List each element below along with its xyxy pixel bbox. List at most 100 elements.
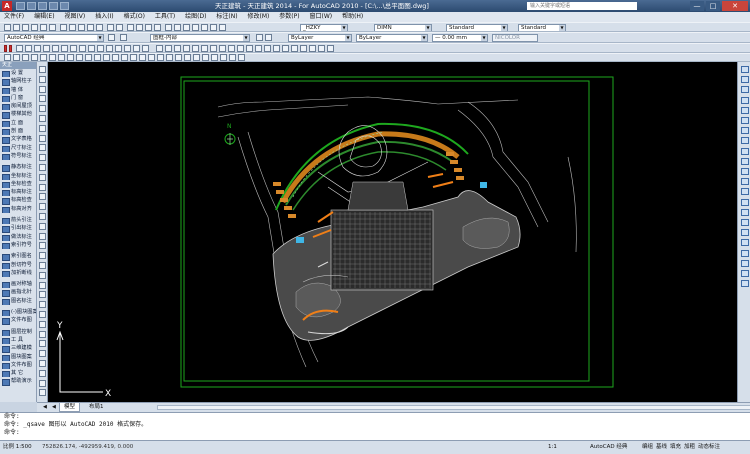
redo-tool-icon[interactable]: [116, 24, 123, 31]
menu-tools[interactable]: 工具(T): [151, 12, 179, 22]
tarch-tool-13-icon[interactable]: [112, 54, 119, 61]
text-style-select[interactable]: _HZKY ▼: [300, 24, 348, 31]
tarch-tool-10-icon[interactable]: [85, 54, 92, 61]
workspace-settings-icon[interactable]: [108, 34, 115, 41]
tarch-menu-item[interactable]: 文件布图: [0, 316, 36, 325]
redo-icon[interactable]: [60, 2, 69, 10]
tarch-menu-item[interactable]: 做法标注: [0, 233, 36, 241]
draw-tool-icon[interactable]: [39, 281, 46, 289]
annotation-scale[interactable]: 1:1: [548, 441, 557, 454]
menu-draw[interactable]: 绘图(D): [181, 12, 210, 22]
draw-tool-icon[interactable]: [39, 389, 46, 397]
status-fill[interactable]: 填充: [670, 441, 681, 454]
tarch-menu-item[interactable]: 文件布图: [0, 361, 36, 370]
dim-edit-icon[interactable]: [309, 45, 316, 52]
draw-tool-icon[interactable]: [39, 340, 46, 348]
draw-tool-icon[interactable]: [39, 173, 46, 181]
draw-tool-icon[interactable]: [39, 271, 46, 279]
snap-endpoint-icon[interactable]: [16, 45, 23, 52]
save-icon[interactable]: [22, 24, 29, 31]
modify-tool-icon[interactable]: [741, 219, 749, 226]
jogged-dim-icon[interactable]: [201, 45, 208, 52]
center-mark-icon[interactable]: [282, 45, 289, 52]
tarch-menu-item[interactable]: 墙 体: [0, 86, 36, 94]
draw-tool-icon[interactable]: [39, 203, 46, 211]
draw-tool-icon[interactable]: [39, 115, 46, 122]
modify-tool-icon[interactable]: [741, 239, 749, 247]
menu-help[interactable]: 帮助(H): [338, 12, 367, 22]
modify-tool-icon[interactable]: [741, 188, 749, 196]
tarch-tool-16-icon[interactable]: [139, 54, 146, 61]
tarch-menu-item[interactable]: 画指北针: [0, 288, 36, 297]
draw-tool-icon[interactable]: [39, 330, 46, 338]
tarch-menu-item[interactable]: 标高检查: [0, 196, 36, 205]
zoom-realtime-icon[interactable]: [136, 24, 143, 31]
modify-tool-icon[interactable]: [741, 147, 749, 155]
tarch-tool-5-icon[interactable]: [40, 54, 47, 61]
continue-dim-icon[interactable]: [246, 45, 253, 52]
tarch-menu-item[interactable]: 坐标检查: [0, 180, 36, 189]
modify-tool-icon[interactable]: [741, 137, 749, 145]
tarch-menu-item[interactable]: 图层控制: [0, 328, 36, 336]
drawing-canvas[interactable]: N Y X: [48, 62, 737, 402]
multileader-style-select[interactable]: Standard ▼: [518, 24, 566, 31]
status-group[interactable]: 编组: [642, 441, 653, 454]
tarch-tool-8-icon[interactable]: [67, 54, 74, 61]
draw-tool-icon[interactable]: [39, 301, 46, 309]
angular-dim-icon[interactable]: [219, 45, 226, 52]
baseline-dim-icon[interactable]: [237, 45, 244, 52]
modify-tool-icon[interactable]: [741, 198, 749, 206]
copy-icon[interactable]: [69, 24, 76, 31]
menu-insert[interactable]: 插入(I): [91, 12, 117, 22]
draw-tool-icon[interactable]: [39, 193, 46, 201]
tarch-menu-item[interactable]: 房间屋顶: [0, 102, 36, 111]
snap-from-icon[interactable]: [9, 45, 12, 52]
tarch-tool-21-icon[interactable]: [184, 54, 191, 61]
menu-parametric[interactable]: 参数(P): [275, 12, 303, 22]
snap-none-icon[interactable]: [133, 45, 140, 52]
horizontal-scrollbar[interactable]: [157, 405, 750, 410]
draw-tool-icon[interactable]: [39, 242, 46, 250]
tarch-tool-22-icon[interactable]: [193, 54, 200, 61]
draw-tool-icon[interactable]: [39, 105, 46, 113]
tarch-tool-23-icon[interactable]: [202, 54, 209, 61]
layer-properties-icon[interactable]: [120, 34, 127, 41]
linear-dim-icon[interactable]: [156, 45, 163, 52]
menu-format[interactable]: 格式(O): [120, 12, 149, 22]
status-bold[interactable]: 加粗: [684, 441, 695, 454]
menu-window[interactable]: 窗口(W): [306, 12, 337, 22]
menu-modify[interactable]: 修改(M): [244, 12, 274, 22]
snap-temp-icon[interactable]: [4, 45, 7, 52]
tarch-tool-24-icon[interactable]: [211, 54, 218, 61]
dim-update-icon[interactable]: [327, 45, 334, 52]
command-window[interactable]: 命令: 命令: _qsave 图形以 AutoCAD 2010 格式保存。 命令…: [0, 412, 750, 440]
publish-icon[interactable]: [49, 24, 56, 31]
tolerance-icon[interactable]: [273, 45, 280, 52]
tarch-menu-item[interactable]: 设 置: [0, 69, 36, 78]
dim-text-edit-icon[interactable]: [318, 45, 325, 52]
osnap-settings-icon[interactable]: [142, 45, 149, 52]
tarch-menu-item[interactable]: 静态标注: [0, 163, 36, 172]
tarch-menu-item[interactable]: 索引符号: [0, 241, 36, 250]
tarch-menu-item[interactable]: 引出标注: [0, 224, 36, 233]
pan-icon[interactable]: [127, 24, 134, 31]
draw-tool-icon[interactable]: [39, 154, 46, 162]
preview-icon[interactable]: [40, 24, 47, 31]
workspace-select[interactable]: AutoCAD 经典 ▼: [4, 34, 104, 42]
modify-tool-icon[interactable]: [741, 270, 749, 277]
tarch-menu-item[interactable]: 画对称轴: [0, 280, 36, 289]
tarch-menu-item[interactable]: 标高对齐: [0, 205, 36, 214]
modify-tool-icon[interactable]: [741, 76, 749, 84]
snap-perpendicular-icon[interactable]: [88, 45, 95, 52]
draw-tool-icon[interactable]: [39, 379, 46, 387]
snap-parallel-icon[interactable]: [97, 45, 104, 52]
tarch-menu-item[interactable]: 帮助演示: [0, 377, 36, 386]
modify-tool-icon[interactable]: [741, 168, 749, 175]
radius-dim-icon[interactable]: [192, 45, 199, 52]
layer-previous-icon[interactable]: [265, 34, 272, 41]
snap-center-icon[interactable]: [61, 45, 68, 52]
tarch-tool-25-icon[interactable]: [220, 54, 227, 61]
tarch-tool-26-icon[interactable]: [229, 54, 236, 61]
snap-intersection-icon[interactable]: [34, 45, 41, 52]
dim-space-icon[interactable]: [255, 45, 262, 52]
